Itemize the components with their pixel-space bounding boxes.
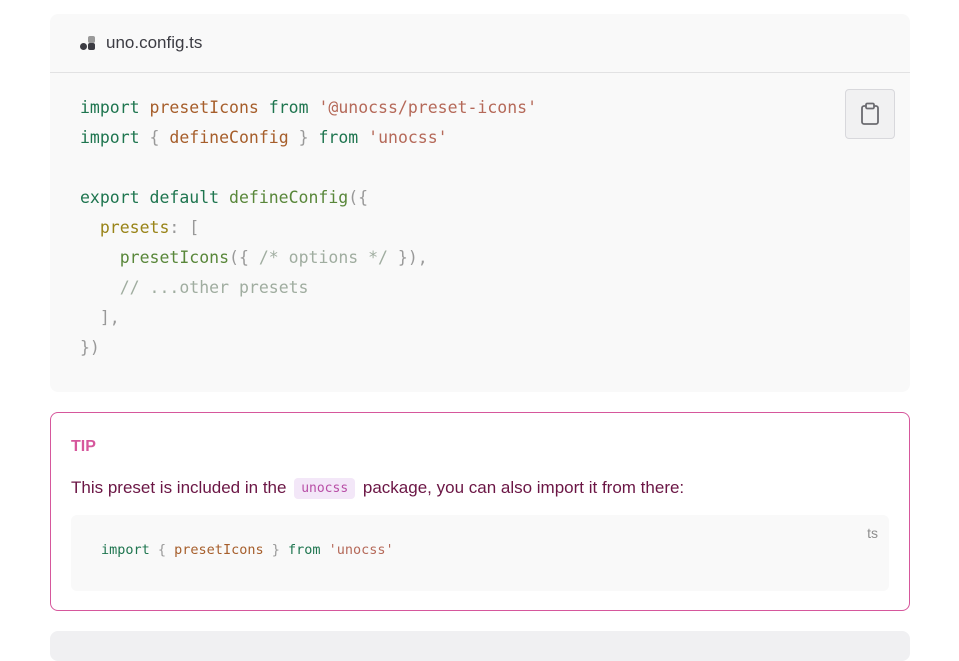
- code-line: presetIcons({ /* options */ }),: [119, 248, 428, 267]
- code-line: // ...other presets: [119, 278, 309, 297]
- language-label: ts: [867, 525, 878, 541]
- code-block: uno.config.ts import presetIcons from '@…: [50, 14, 910, 392]
- code-line: import { defineConfig } from 'unocss': [80, 128, 448, 147]
- next-code-block: [50, 631, 910, 661]
- code-line: }): [80, 338, 100, 357]
- tip-code-block: ts import { presetIcons } from 'unocss': [71, 515, 889, 591]
- code-line: presets: [: [99, 218, 200, 237]
- copy-button[interactable]: [845, 89, 895, 139]
- tip-text: This preset is included in the unocss pa…: [71, 478, 685, 500]
- tip-code-content: import { presetIcons } from 'unocss': [101, 542, 394, 558]
- code-header: uno.config.ts: [50, 14, 910, 73]
- file-name: uno.config.ts: [106, 33, 203, 52]
- tip-text-after: package, you can also import it from the…: [362, 478, 685, 497]
- tip-box: TIP This preset is included in the unocs…: [50, 412, 910, 611]
- code-content: import presetIcons from '@unocss/preset-…: [50, 73, 910, 383]
- code-line: export default defineConfig({: [80, 188, 369, 207]
- tip-title: TIP: [71, 438, 96, 455]
- tip-text-before: This preset is included in the: [71, 478, 287, 497]
- clipboard-icon: [861, 102, 879, 125]
- code-line: ],: [99, 308, 120, 327]
- code-line: import presetIcons from '@unocss/preset-…: [80, 98, 537, 117]
- inline-code: unocss: [294, 478, 356, 500]
- unocss-logo-icon: [80, 35, 96, 51]
